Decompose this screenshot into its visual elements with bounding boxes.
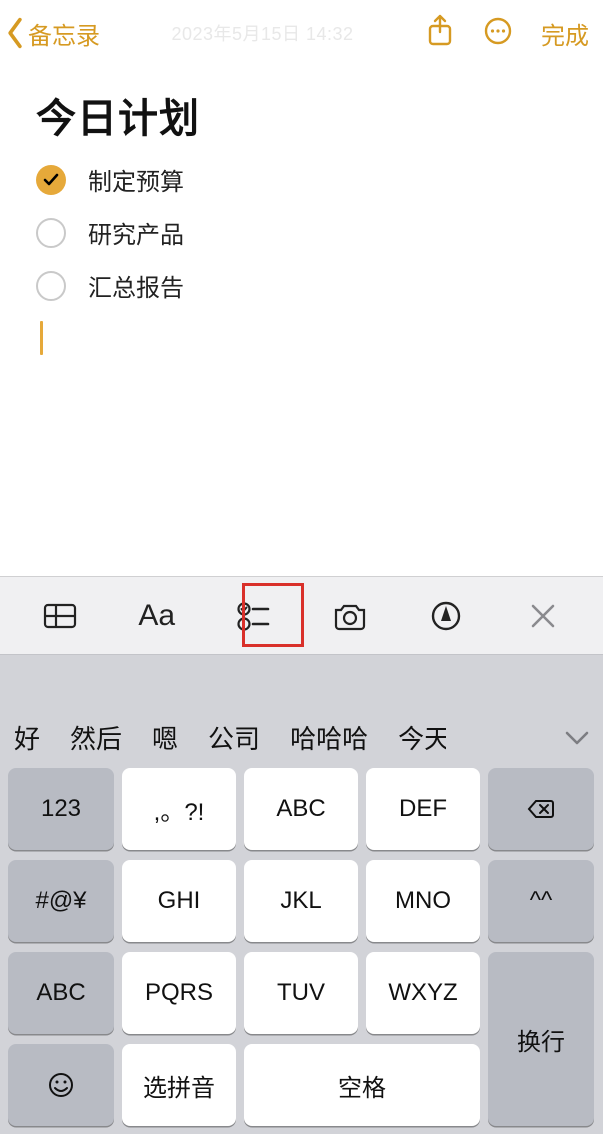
key-emoji[interactable] bbox=[8, 1044, 114, 1126]
checkbox-empty-icon[interactable] bbox=[36, 218, 66, 248]
keyboard-row: 123 ,。?! ABC DEF bbox=[8, 768, 595, 850]
table-icon bbox=[40, 596, 80, 636]
close-icon bbox=[523, 596, 563, 636]
suggestion[interactable]: 公司 bbox=[208, 719, 260, 756]
more-button[interactable] bbox=[483, 14, 513, 53]
checklist-item[interactable]: 汇总报告 bbox=[36, 268, 567, 303]
keyboard-col-left: ABC bbox=[8, 952, 114, 1126]
note-body[interactable]: 今日计划 制定预算 研究产品 汇总报告 bbox=[0, 66, 603, 355]
note-title[interactable]: 今日计划 bbox=[36, 86, 567, 144]
checklist-item-label: 制定预算 bbox=[88, 162, 184, 197]
keyboard-rows: 123 ,。?! ABC DEF #@¥ GHI JKL MNO ^^ ABC bbox=[0, 768, 603, 1134]
suggestion[interactable]: 嗯 bbox=[152, 719, 178, 756]
chevron-down-icon[interactable] bbox=[559, 719, 595, 755]
keyboard-row: #@¥ GHI JKL MNO ^^ bbox=[8, 860, 595, 942]
checkbox-empty-icon[interactable] bbox=[36, 271, 66, 301]
format-toolbar: Aa bbox=[0, 576, 603, 654]
back-button[interactable]: 备忘录 bbox=[4, 16, 100, 51]
suggestion[interactable]: 然后 bbox=[70, 719, 122, 756]
nav-actions: 完成 bbox=[425, 14, 589, 53]
key-mno[interactable]: MNO bbox=[366, 860, 480, 942]
keyboard-col-mid: PQRS TUV WXYZ 选拼音 空格 bbox=[122, 952, 480, 1126]
checklist-button[interactable] bbox=[225, 588, 281, 644]
key-return[interactable]: 换行 bbox=[488, 952, 594, 1126]
keyboard-row: ABC PQRS TUV WXYZ 选拼音 空格 bbox=[8, 952, 595, 1126]
ellipsis-circle-icon bbox=[483, 14, 513, 48]
checklist-item-label: 研究产品 bbox=[88, 215, 184, 250]
format-toolbar-container: Aa bbox=[0, 576, 603, 720]
key-select-pinyin[interactable]: 选拼音 bbox=[122, 1044, 236, 1126]
checklist-item[interactable]: 研究产品 bbox=[36, 215, 567, 250]
suggestion[interactable]: 哈哈哈 bbox=[290, 719, 368, 756]
key-jkl[interactable]: JKL bbox=[244, 860, 358, 942]
checklist-item-label: 汇总报告 bbox=[88, 268, 184, 303]
delete-icon bbox=[526, 794, 556, 824]
key-punctuation[interactable]: ,。?! bbox=[122, 768, 236, 850]
chevron-left-icon bbox=[4, 16, 26, 50]
key-pqrs[interactable]: PQRS bbox=[122, 952, 236, 1034]
key-tuv[interactable]: TUV bbox=[244, 952, 358, 1034]
key-numbers[interactable]: 123 bbox=[8, 768, 114, 850]
close-toolbar-button[interactable] bbox=[515, 588, 571, 644]
key-ghi[interactable]: GHI bbox=[122, 860, 236, 942]
share-button[interactable] bbox=[425, 14, 455, 53]
done-button[interactable]: 完成 bbox=[541, 16, 589, 51]
key-def[interactable]: DEF bbox=[366, 768, 480, 850]
back-label: 备忘录 bbox=[28, 16, 100, 51]
keyboard: 好 然后 嗯 公司 哈哈哈 今天 123 ,。?! ABC DEF #@¥ bbox=[0, 706, 603, 1134]
key-wxyz[interactable]: WXYZ bbox=[366, 952, 480, 1034]
checklist-item[interactable]: 制定预算 bbox=[36, 162, 567, 197]
markup-button[interactable] bbox=[418, 588, 474, 644]
suggestion[interactable]: 今天 bbox=[398, 719, 446, 756]
text-cursor-row[interactable] bbox=[36, 321, 567, 355]
key-space[interactable]: 空格 bbox=[244, 1044, 480, 1126]
note-timestamp: 2023年5月15日 14:32 bbox=[100, 20, 425, 46]
suggestion[interactable]: 好 bbox=[14, 719, 40, 756]
suggestion-bar: 好 然后 嗯 公司 哈哈哈 今天 bbox=[0, 706, 603, 768]
suggestion-items: 好 然后 嗯 公司 哈哈哈 今天 bbox=[14, 719, 559, 756]
checkbox-checked-icon[interactable] bbox=[36, 165, 66, 195]
key-abc-mode[interactable]: ABC bbox=[8, 952, 114, 1034]
text-format-button[interactable]: Aa bbox=[129, 588, 185, 644]
key-abc[interactable]: ABC bbox=[244, 768, 358, 850]
table-button[interactable] bbox=[32, 588, 88, 644]
camera-icon bbox=[330, 596, 370, 636]
key-delete[interactable] bbox=[488, 768, 594, 850]
text-cursor bbox=[40, 321, 43, 355]
key-emoticon[interactable]: ^^ bbox=[488, 860, 594, 942]
camera-button[interactable] bbox=[322, 588, 378, 644]
checklist-icon bbox=[233, 596, 273, 636]
navigation-bar: 备忘录 2023年5月15日 14:32 完成 bbox=[0, 0, 603, 66]
keyboard-col-right: 换行 bbox=[488, 952, 594, 1126]
markup-icon bbox=[426, 596, 466, 636]
share-icon bbox=[425, 14, 455, 48]
emoji-icon bbox=[46, 1070, 76, 1100]
key-symbols[interactable]: #@¥ bbox=[8, 860, 114, 942]
